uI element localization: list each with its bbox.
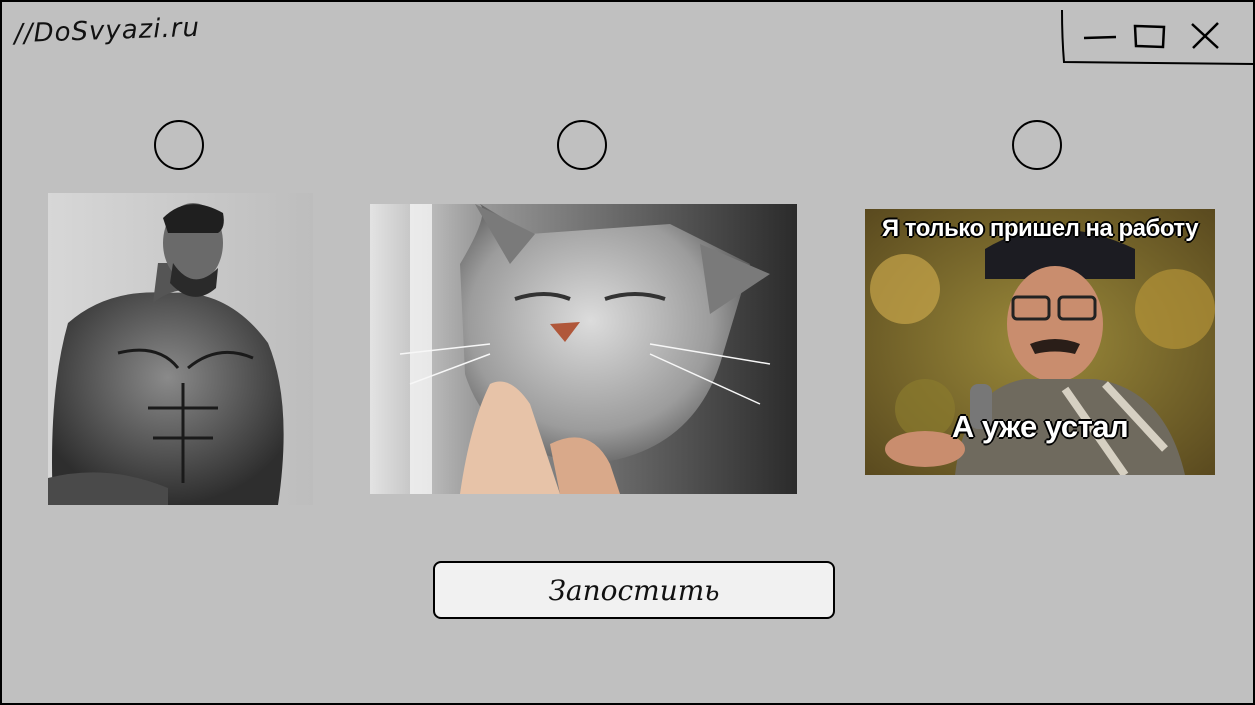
post-button[interactable]: Запостить (433, 561, 835, 619)
muscular-man-photo[interactable] (48, 193, 313, 505)
option-2-radio[interactable] (557, 120, 607, 170)
maximize-button[interactable] (1130, 18, 1170, 54)
close-icon (1191, 22, 1219, 49)
window-controls (1060, 8, 1255, 66)
brand-logo: //DoSvyazi.ru (13, 12, 201, 50)
close-button[interactable] (1186, 18, 1226, 54)
meme-photo[interactable]: Я только пришел на работу А уже устал (865, 209, 1215, 475)
maximize-icon (1133, 24, 1166, 49)
cat-being-petted-photo[interactable] (370, 204, 797, 494)
app-window: //DoSvyazi.ru Я только пришел на работу … (0, 0, 1255, 705)
meme-top-caption: Я только пришел на работу (881, 215, 1199, 242)
meme-bottom-caption: А уже устал (951, 409, 1129, 444)
muscular-man-image (48, 193, 313, 505)
cat-image (370, 204, 797, 494)
minimize-icon (1083, 35, 1117, 40)
option-3-radio[interactable] (1012, 120, 1062, 170)
minimize-button[interactable] (1080, 18, 1120, 54)
option-1-radio[interactable] (154, 120, 204, 170)
